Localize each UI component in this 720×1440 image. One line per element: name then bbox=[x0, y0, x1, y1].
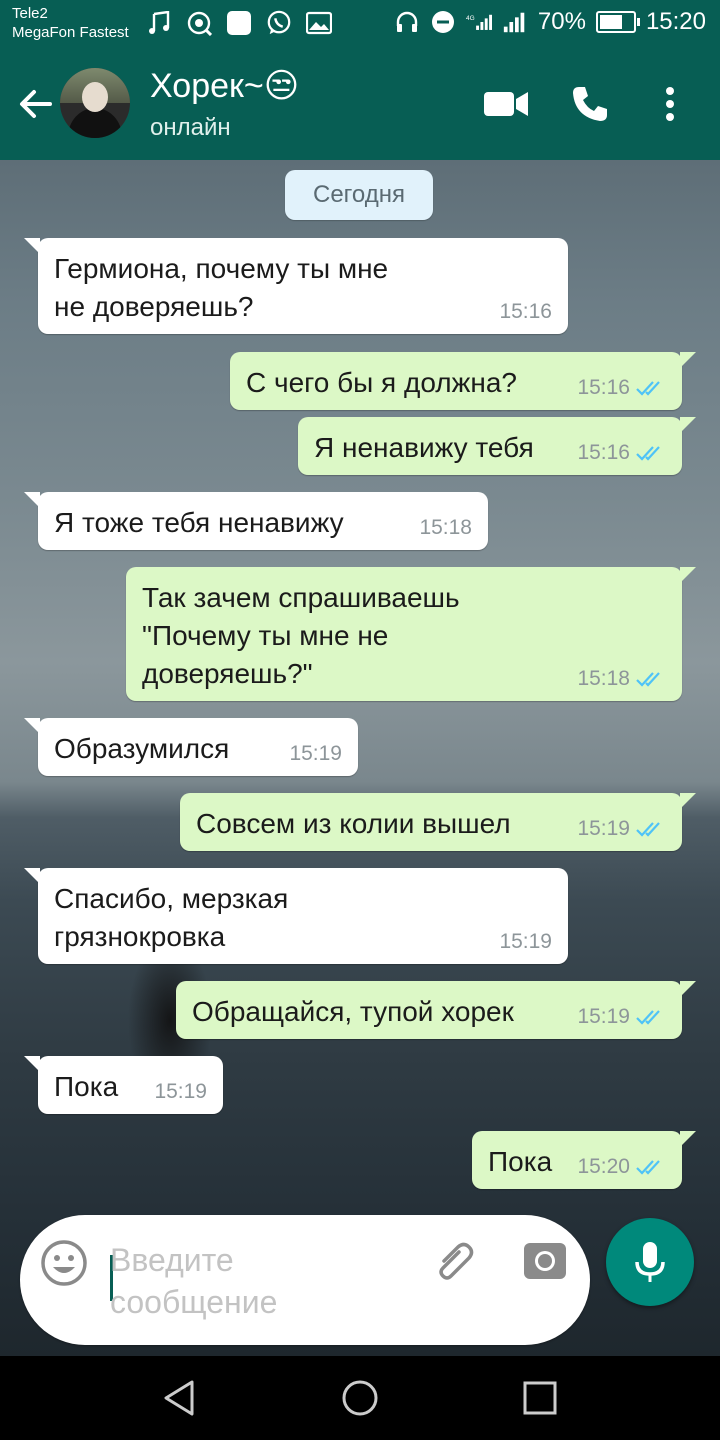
hotspot-icon bbox=[186, 10, 212, 36]
signal-4g-icon: 4G bbox=[466, 9, 492, 35]
paperclip-icon[interactable] bbox=[430, 1239, 478, 1287]
message-time: 15:19 bbox=[577, 817, 630, 840]
notification-icons bbox=[146, 10, 332, 36]
read-ticks-icon bbox=[636, 1010, 660, 1025]
message-time: 15:16 bbox=[577, 376, 630, 399]
nav-back-icon[interactable] bbox=[158, 1376, 202, 1420]
battery-fill bbox=[599, 15, 623, 29]
read-ticks-icon bbox=[636, 672, 660, 687]
date-divider: Сегодня bbox=[285, 170, 433, 220]
message-time: 15:16 bbox=[577, 441, 630, 464]
message-text: С чего бы я должна? bbox=[246, 367, 517, 398]
do-not-disturb-icon bbox=[430, 9, 456, 35]
carrier-info: Tele2 MegaFon Fastest bbox=[12, 4, 129, 42]
message-meta: 15:16 bbox=[577, 441, 666, 465]
contact-avatar[interactable] bbox=[60, 68, 130, 138]
chat-area[interactable]: Сегодня Гермиона, почему ты мне не довер… bbox=[0, 160, 720, 1356]
message-meta: 15:20 bbox=[577, 1155, 666, 1179]
message-text: Спасибо, мерзкая грязнокровка bbox=[54, 883, 289, 952]
read-ticks-icon bbox=[636, 822, 660, 837]
message-time: 15:19 bbox=[154, 1080, 207, 1103]
phone-icon[interactable] bbox=[566, 80, 614, 128]
message-meta: 15:19 bbox=[154, 1080, 207, 1104]
message-meta: 15:16 bbox=[577, 376, 666, 400]
contact-name[interactable]: Хорек~😒 bbox=[150, 66, 299, 106]
message-time: 15:19 bbox=[289, 742, 342, 765]
message-text: Обращайся, тупой хорек bbox=[192, 996, 514, 1027]
battery-icon bbox=[595, 11, 640, 33]
more-vert-icon[interactable] bbox=[646, 80, 694, 128]
message-time: 15:18 bbox=[419, 516, 472, 539]
message-text: Совсем из колии вышел bbox=[196, 808, 511, 839]
incoming-message[interactable]: Гермиона, почему ты мне не доверяешь? 15:… bbox=[24, 238, 568, 334]
message-time: 15:20 bbox=[577, 1155, 630, 1178]
whatsapp-icon bbox=[266, 10, 292, 36]
message-meta: 15:19 bbox=[577, 817, 666, 841]
signal-icon bbox=[502, 9, 528, 35]
message-composer[interactable]: Введите сообщение bbox=[20, 1215, 590, 1345]
headset-icon bbox=[394, 9, 420, 35]
chat-header: Хорек~😒 онлайн bbox=[0, 48, 720, 160]
carrier-secondary: MegaFon Fastest bbox=[12, 24, 129, 41]
read-ticks-icon bbox=[636, 446, 660, 461]
read-ticks-icon bbox=[636, 381, 660, 396]
message-text: Я тоже тебя ненавижу bbox=[54, 507, 344, 538]
message-time: 15:16 bbox=[499, 300, 552, 323]
message-time: 15:18 bbox=[577, 667, 630, 690]
arrow-back-icon[interactable] bbox=[14, 82, 58, 126]
message-meta: 15:18 bbox=[577, 667, 666, 691]
incoming-message[interactable]: Пока 15:19 bbox=[24, 1056, 223, 1114]
nav-home-icon[interactable] bbox=[338, 1376, 382, 1420]
message-text: Гермиона, почему ты мне не доверяешь? bbox=[54, 253, 389, 322]
message-time: 15:19 bbox=[499, 930, 552, 953]
message-text: Пока bbox=[488, 1146, 553, 1177]
date-label: Сегодня bbox=[313, 181, 405, 208]
incoming-message[interactable]: Я тоже тебя ненавижу 15:18 bbox=[24, 492, 488, 550]
music-note-icon bbox=[146, 10, 172, 36]
battery-percent: 70% bbox=[537, 8, 586, 35]
message-text: Образумился bbox=[54, 733, 230, 764]
message-meta: 15:19 bbox=[499, 930, 552, 954]
outgoing-message[interactable]: Пока 15:20 bbox=[472, 1131, 696, 1189]
svg-text:4G: 4G bbox=[466, 15, 475, 22]
message-text: Я ненавижу тебя bbox=[314, 432, 534, 463]
message-meta: 15:19 bbox=[577, 1005, 666, 1029]
message-time: 15:19 bbox=[577, 1005, 630, 1028]
nav-recents-icon[interactable] bbox=[518, 1376, 562, 1420]
carrier-primary: Tele2 bbox=[12, 5, 48, 22]
outgoing-message[interactable]: Совсем из колии вышел 15:19 bbox=[180, 793, 696, 851]
camera-icon[interactable] bbox=[520, 1237, 570, 1285]
incoming-message[interactable]: Образумился 15:19 bbox=[24, 718, 358, 776]
message-meta: 15:18 bbox=[419, 516, 472, 540]
read-ticks-icon bbox=[636, 1160, 660, 1175]
outgoing-message[interactable]: Обращайся, тупой хорек 15:19 bbox=[176, 981, 696, 1039]
emoji-icon[interactable] bbox=[40, 1239, 88, 1287]
message-text: Так зачем спрашиваешь "Почему ты мне не … bbox=[142, 582, 460, 689]
incoming-message[interactable]: Спасибо, мерзкая грязнокровка 15:19 bbox=[24, 868, 568, 964]
message-input[interactable]: Введите сообщение bbox=[110, 1239, 410, 1329]
status-bar: Tele2 MegaFon Fastest 4G 70% 15:20 bbox=[0, 0, 720, 48]
outgoing-message[interactable]: С чего бы я должна? 15:16 bbox=[230, 352, 696, 410]
gallery-icon bbox=[306, 10, 332, 36]
app-square-icon bbox=[226, 10, 252, 36]
system-nav-bar bbox=[0, 1356, 720, 1440]
message-text: Пока bbox=[54, 1071, 119, 1102]
system-status-icons: 4G 70% 15:20 bbox=[394, 8, 706, 36]
message-meta: 15:19 bbox=[289, 742, 342, 766]
video-call-icon[interactable] bbox=[482, 80, 530, 128]
message-meta: 15:16 bbox=[499, 300, 552, 324]
outgoing-message[interactable]: Так зачем спрашиваешь "Почему ты мне не … bbox=[126, 567, 696, 701]
microphone-icon[interactable] bbox=[606, 1218, 694, 1306]
contact-status: онлайн bbox=[150, 114, 231, 141]
outgoing-message[interactable]: Я ненавижу тебя 15:16 bbox=[298, 417, 696, 475]
status-time: 15:20 bbox=[645, 8, 706, 35]
